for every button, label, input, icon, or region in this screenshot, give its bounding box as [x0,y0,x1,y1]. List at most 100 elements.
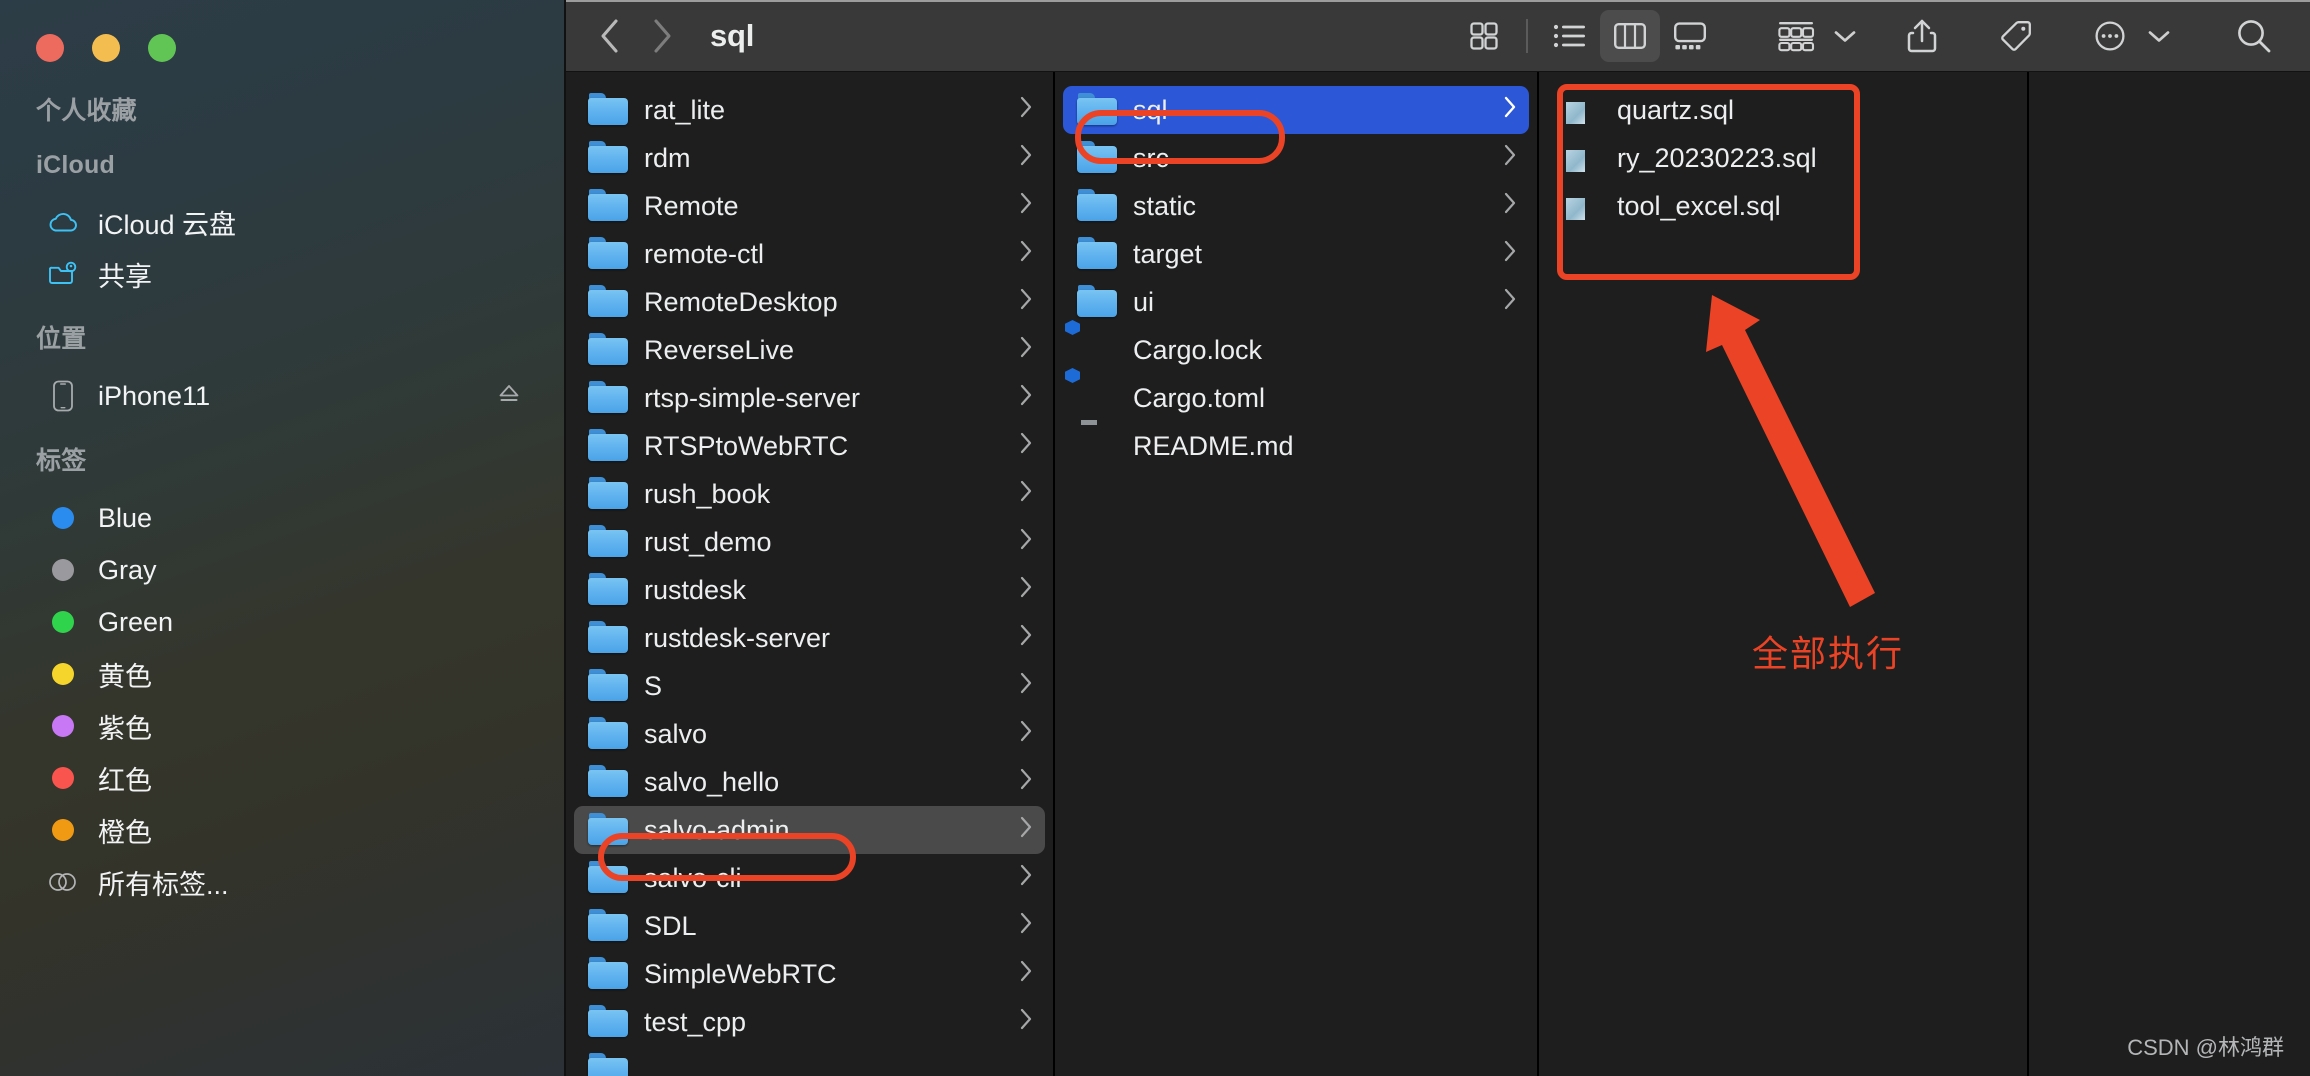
list-item[interactable]: salvo [574,710,1045,758]
list-item[interactable]: README.md [1063,422,1529,470]
list-item-partial[interactable] [574,1046,1045,1076]
gallery-view-button[interactable] [1660,10,1720,62]
sidebar-item-tag-purple[interactable]: 紫色 [10,700,550,752]
browser-column-2[interactable]: sql src static target ui Cargo.lock Carg… [1055,72,1539,1076]
list-item[interactable]: rust_demo [574,518,1045,566]
chevron-right-icon [1503,287,1517,318]
list-item[interactable]: RTSPtoWebRTC [574,422,1045,470]
sidebar-item-tag-blue[interactable]: Blue [10,492,550,544]
folder-icon [588,189,628,223]
list-item[interactable]: target [1063,230,1529,278]
breadcrumb[interactable]: sql [710,18,754,54]
folder-icon [1077,93,1117,127]
tag-icon [1999,19,2033,53]
item-label: src [1133,143,1495,174]
list-item[interactable]: ry_20230223.sql [1547,134,2019,182]
sidebar-item-label: 红色 [98,759,152,798]
list-item[interactable]: test_cpp [574,998,1045,1046]
group-by-chevron[interactable] [1832,26,1858,46]
sidebar-item-tag-yellow[interactable]: 黄色 [10,648,550,700]
back-button[interactable] [584,10,636,62]
sidebar-scroll: 个人收藏 iCloud iCloud 云盘 [0,0,566,908]
sidebar-item-tag-orange[interactable]: 橙色 [10,804,550,856]
minimize-button[interactable] [92,34,120,62]
list-item[interactable]: remote-ctl [574,230,1045,278]
list-item[interactable]: tool_excel.sql [1547,182,2019,230]
list-item-selected[interactable]: salvo-admin [574,806,1045,854]
list-item[interactable]: rtsp-simple-server [574,374,1045,422]
list-item[interactable]: src [1063,134,1529,182]
folder-icon [588,333,628,367]
toolbar-divider [1526,19,1528,53]
list-item[interactable]: rustdesk-server [574,614,1045,662]
list-item[interactable]: S [574,662,1045,710]
list-view-icon [1552,21,1588,51]
sidebar-item-shared[interactable]: 共享 [10,248,550,300]
list-item[interactable]: salvo-cli [574,854,1045,902]
share-icon [1906,18,1938,54]
icon-view-button[interactable] [1454,10,1514,62]
sidebar-item-label: Gray [98,555,157,586]
list-item[interactable]: ui [1063,278,1529,326]
chevron-right-icon [1019,911,1033,942]
tag-dot-icon [46,501,80,535]
list-item[interactable]: rush_book [574,470,1045,518]
sidebar-item-label: 所有标签... [98,863,229,902]
forward-button[interactable] [636,10,688,62]
list-item[interactable]: rdm [574,134,1045,182]
list-item[interactable]: SimpleWebRTC [574,950,1045,998]
item-label: ReverseLive [644,335,1011,366]
item-label: SDL [644,911,1011,942]
item-label: rdm [644,143,1011,174]
column-view-button[interactable] [1600,10,1660,62]
item-label: SimpleWebRTC [644,959,1011,990]
item-label: ry_20230223.sql [1617,143,2007,174]
list-item[interactable]: salvo_hello [574,758,1045,806]
tag-dot-icon [46,813,80,847]
maximize-button[interactable] [148,34,176,62]
browser-column-3[interactable]: quartz.sql ry_20230223.sql tool_excel.sq… [1539,72,2029,1076]
item-label: target [1133,239,1495,270]
sidebar-item-tag-red[interactable]: 红色 [10,752,550,804]
sidebar-item-tag-gray[interactable]: Gray [10,544,550,596]
list-item[interactable]: Remote [574,182,1045,230]
chevron-right-icon [649,17,675,55]
search-button[interactable] [2224,10,2284,62]
item-label: Cargo.lock [1133,335,1517,366]
more-ellipsis-icon [2093,19,2127,53]
close-button[interactable] [36,34,64,62]
more-actions-button[interactable] [2080,10,2140,62]
more-actions-chevron[interactable] [2146,26,2172,46]
list-item[interactable]: rustdesk [574,566,1045,614]
sidebar-item-tag-green[interactable]: Green [10,596,550,648]
share-button[interactable] [1892,10,1952,62]
chevron-right-icon [1019,239,1033,270]
list-item[interactable]: SDL [574,902,1045,950]
list-item[interactable]: static [1063,182,1529,230]
list-item-selected[interactable]: sql [1063,86,1529,134]
browser-column-4-empty[interactable] [2029,72,2310,1076]
all-tags-icon [46,865,80,899]
list-view-button[interactable] [1540,10,1600,62]
group-by-button[interactable] [1766,10,1826,62]
item-label: rust_demo [644,527,1011,558]
iphone-icon [46,379,80,413]
list-item[interactable]: Cargo.lock [1063,326,1529,374]
list-item[interactable]: Cargo.toml [1063,374,1529,422]
list-item[interactable]: rat_lite [574,86,1045,134]
folder-icon [588,381,628,415]
list-item[interactable]: ReverseLive [574,326,1045,374]
tag-dot-icon [46,709,80,743]
sidebar-item-icloud-drive[interactable]: iCloud 云盘 [10,196,550,248]
list-item[interactable]: RemoteDesktop [574,278,1045,326]
eject-icon[interactable] [496,381,522,412]
item-label: quartz.sql [1617,95,2007,126]
sidebar-item-iphone11[interactable]: iPhone11 [10,370,550,422]
sidebar-item-all-tags[interactable]: 所有标签... [10,856,550,908]
browser-column-1[interactable]: rat_lite rdm Remote remote-ctl RemoteDes… [566,72,1055,1076]
tag-button[interactable] [1986,10,2046,62]
chevron-right-icon [1503,95,1517,126]
item-label: Remote [644,191,1011,222]
folder-icon [1077,189,1117,223]
list-item[interactable]: quartz.sql [1547,86,2019,134]
